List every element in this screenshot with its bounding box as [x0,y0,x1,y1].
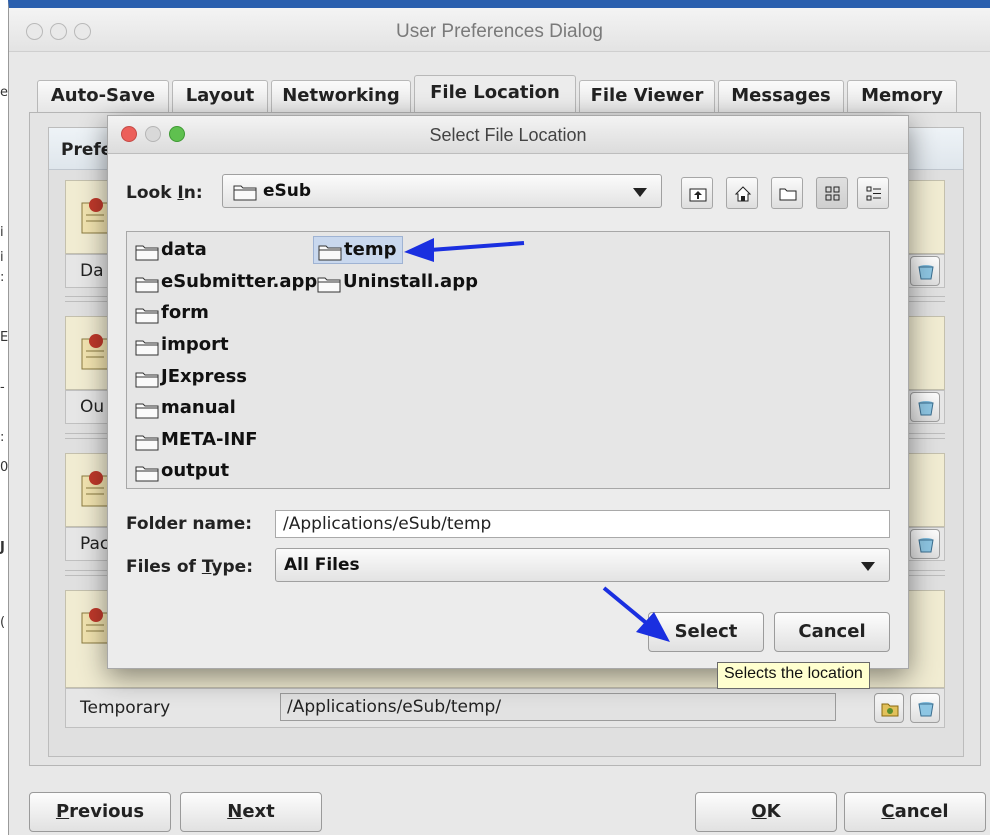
files-of-type-value: All Files [284,555,360,575]
dialog-title: Select File Location [429,125,587,145]
chevron-down-icon [633,188,647,197]
folder-icon [135,340,159,356]
tab-file-location[interactable]: File Location [414,75,576,112]
file-item-form[interactable]: form [131,300,209,328]
look-in-combo[interactable]: eSub [222,174,662,208]
temporary-label: Temporary [80,698,171,718]
details-view-icon [866,186,881,201]
dialog-titlebar: Select File Location [108,116,908,154]
file-item-jexpress[interactable]: JExpress [131,364,247,392]
tab-auto-save[interactable]: Auto-Save [37,80,169,112]
window-title: User Preferences Dialog [396,21,603,42]
folder-name-input[interactable] [275,510,890,538]
list-view-button[interactable] [816,177,848,209]
trash-button[interactable] [910,693,940,723]
folder-icon [135,277,159,293]
file-item-esubmitter-app[interactable]: eSubmitter.app [131,269,317,297]
trash-button[interactable] [910,392,940,422]
temporary-path-field[interactable]: /Applications/eSub/temp/ [280,693,836,721]
background-window-edge: e i i : E - : 0 J ( [0,0,8,835]
previous-button[interactable]: Previous [29,792,171,832]
folder-name-label: Folder name: [126,514,253,534]
preferences-header-text: Prefe [61,140,113,160]
tab-memory[interactable]: Memory [847,80,957,112]
files-of-type-label: Files of Type: [126,557,254,577]
file-item-manual[interactable]: manual [131,395,236,423]
trash-icon [918,702,934,717]
file-item-import[interactable]: import [131,332,229,360]
ok-button[interactable]: OK [695,792,837,832]
file-item-data[interactable]: data [131,237,207,265]
window-titlebar: User Preferences Dialog [9,8,990,52]
folder-browse-icon [881,703,899,717]
file-item-output[interactable]: output [131,458,229,486]
tab-layout[interactable]: Layout [172,80,268,112]
dialog-cancel-button[interactable]: Cancel [774,612,890,652]
home-button[interactable] [726,177,758,209]
tab-networking[interactable]: Networking [271,80,411,112]
folder-icon [318,245,342,261]
pref-row-output-label: Ou [80,397,105,417]
folder-icon [233,185,257,201]
tab-file-viewer[interactable]: File Viewer [579,80,715,112]
folder-icon [135,245,159,261]
cancel-button[interactable]: Cancel [844,792,986,832]
chevron-down-icon [861,562,875,571]
up-folder-icon [689,188,707,202]
trash-button[interactable] [910,529,940,559]
pref-row-data-label: Da [80,261,104,281]
folder-icon [135,466,159,482]
new-folder-button[interactable] [771,177,803,209]
select-tooltip: Selects the location [717,662,870,689]
arrow-annotation-icon [602,586,670,642]
screenshot-stage: e i i : E - : 0 J ( User Preferences Dia… [0,0,990,835]
browse-folder-button[interactable] [874,693,904,723]
look-in-value: eSub [263,181,312,201]
file-list[interactable]: data eSubmitter.app form import JExpress… [126,231,890,489]
pref-row-package-label: Pac [80,534,110,554]
folder-icon [135,403,159,419]
new-folder-icon [779,188,797,201]
trash-icon [918,265,934,280]
file-item-temp[interactable]: temp [313,236,404,264]
folder-icon [317,277,341,293]
folder-icon [135,435,159,451]
trash-button[interactable] [910,256,940,286]
file-item-uninstall-app[interactable]: Uninstall.app [313,269,478,297]
files-of-type-combo[interactable]: All Files [275,548,890,582]
trash-icon [918,401,934,416]
tab-messages[interactable]: Messages [718,80,844,112]
folder-icon [135,372,159,388]
home-icon [734,186,752,202]
folder-icon [135,308,159,324]
trash-icon [918,538,934,553]
list-view-icon [825,186,840,201]
select-file-location-dialog: Select File Location Look In: eSub data … [107,115,909,669]
up-folder-button[interactable] [681,177,713,209]
next-button[interactable]: Next [180,792,322,832]
details-view-button[interactable] [857,177,889,209]
look-in-label: Look In: [126,183,203,203]
file-item-meta-inf[interactable]: META-INF [131,427,258,455]
pref-row-temporary: Temporary /Applications/eSub/temp/ [65,688,945,728]
arrow-annotation-icon [404,238,525,262]
